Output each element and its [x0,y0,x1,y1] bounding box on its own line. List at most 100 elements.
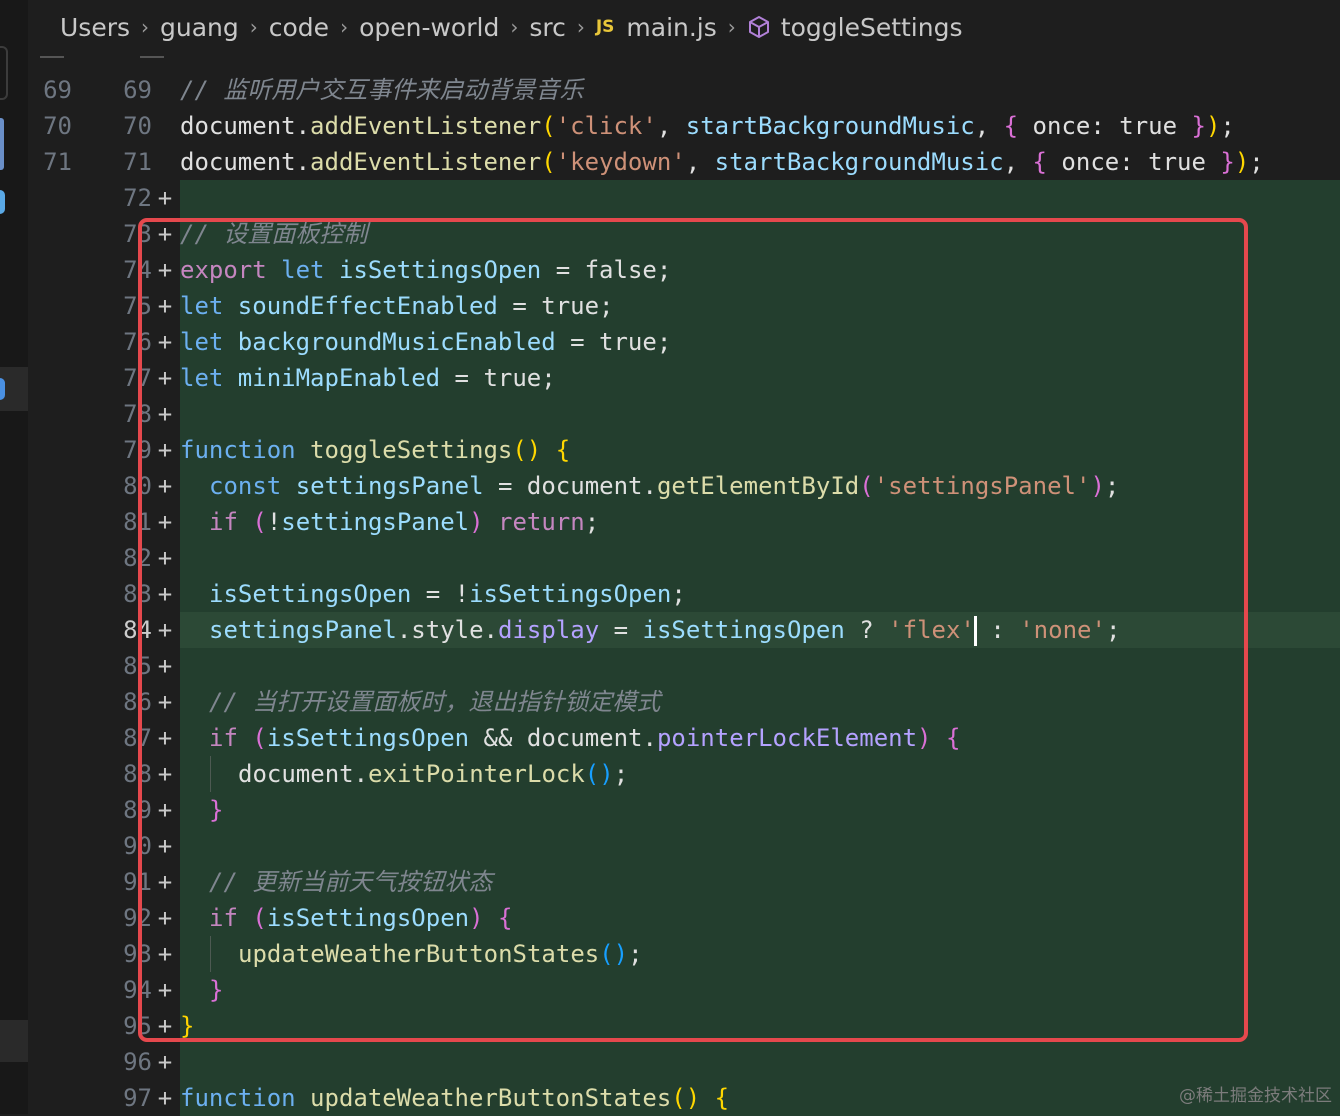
breadcrumb-item-code[interactable]: code [269,13,329,42]
code-token: addEventListener [310,112,542,140]
code-token: if [209,904,253,932]
code-token: exitPointerLock [368,760,585,788]
line-number: 85 [123,652,152,680]
added-line-marker: + [157,220,173,248]
code-line[interactable]: 87 + if (isSettingsOpen && document.pointe… [28,720,1340,756]
code-text[interactable]: document.exitPointerLock(); [238,756,628,792]
code-token: return [483,508,585,536]
code-line[interactable]: 93 + updateWeatherButtonStates(); [28,936,1340,972]
code-line[interactable]: 94 +} [28,972,1340,1008]
indent-guide [210,936,211,972]
code-text[interactable]: if (isSettingsOpen && document.pointerLo… [209,720,960,756]
code-line[interactable]: 84 + settingsPanel.style.display = isSetti… [28,612,1340,648]
code-line[interactable]: 97 + function updateWeatherButtonStates() … [28,1080,1340,1116]
code-text[interactable]: updateWeatherButtonStates(); [238,936,643,972]
code-line[interactable]: 92 + if (isSettingsOpen) { [28,900,1340,936]
code-line[interactable]: 69 69 // 监听用户交互事件来启动背景音乐 [28,72,1340,108]
code-editor[interactable]: 69 69// 监听用户交互事件来启动背景音乐 70 70 document.addEv… [28,54,1340,1116]
code-text[interactable]: let miniMapEnabled = true; [180,360,556,396]
code-line[interactable]: 78 + [28,396,1340,432]
settings-icon[interactable] [0,1020,28,1062]
code-text[interactable]: document.addEventListener('keydown', sta… [180,144,1264,180]
code-text[interactable]: export let isSettingsOpen = false; [180,252,671,288]
added-line-marker: + [157,868,173,896]
code-token: } [180,1012,195,1040]
breadcrumb: Users › guang › code › open-world › src … [28,0,1340,54]
code-text[interactable]: // 当打开设置面板时，退出指针锁定模式 [209,684,660,720]
code-token: ( [859,472,874,500]
code-line[interactable]: 71 71 document.addEventListener('keydown',… [28,144,1340,180]
breadcrumb-item-symbol[interactable]: toggleSettings [781,13,963,42]
code-text[interactable]: isSettingsOpen = !isSettingsOpen; [209,576,686,612]
breadcrumb-item-users[interactable]: Users [60,13,130,42]
code-text[interactable]: // 监听用户交互事件来启动背景音乐 [180,72,583,108]
code-line[interactable]: 70 70 document.addEventListener('click', s… [28,108,1340,144]
line-number: 95 [123,1012,152,1040]
account-icon[interactable] [0,378,5,400]
code-text[interactable]: settingsPanel.style.display = isSettings… [209,612,1120,648]
code-token: 'click' [555,112,657,140]
code-line[interactable]: 82 + [28,540,1340,576]
breadcrumb-item-open-world[interactable]: open-world [359,13,499,42]
code-line[interactable]: 83 + isSettingsOpen = !isSettingsOpen; [28,576,1340,612]
code-token: } [1191,112,1206,140]
code-line[interactable]: 75 + let soundEffectEnabled = true; [28,288,1340,324]
code-token: : [975,616,1020,644]
source-control-icon[interactable] [0,190,5,214]
code-token: ; [584,508,600,536]
code-text[interactable]: // 设置面板控制 [180,216,367,252]
code-line[interactable]: 79 + function toggleSettings() { [28,432,1340,468]
code-text[interactable]: let backgroundMusicEnabled = true; [180,324,671,360]
code-token: () [512,436,542,464]
code-line[interactable]: 89 +} [28,792,1340,828]
line-number: 78 [123,400,152,428]
code-line[interactable]: 77 + let miniMapEnabled = true; [28,360,1340,396]
breadcrumb-item-file[interactable]: main.js [626,13,716,42]
code-line[interactable]: 81 + if (!settingsPanel) return; [28,504,1340,540]
code-line[interactable]: 72 + [28,180,1340,216]
code-line[interactable]: 74 + export let isSettingsOpen = false; [28,252,1340,288]
code-text[interactable]: if (!settingsPanel) return; [209,504,599,540]
code-line[interactable]: 91 + // 更新当前天气按钮状态 [28,864,1340,900]
code-line[interactable]: 88 + document.exitPointerLock(); [28,756,1340,792]
code-line[interactable]: 76 + let backgroundMusicEnabled = true; [28,324,1340,360]
code-text[interactable]: } [180,1008,194,1044]
code-text[interactable]: let soundEffectEnabled = true; [180,288,613,324]
code-line[interactable]: 96 + [28,1044,1340,1080]
breadcrumb-item-guang[interactable]: guang [160,13,239,42]
code-text[interactable]: function updateWeatherButtonStates() { [180,1080,729,1116]
added-line-marker: + [157,616,173,644]
added-line-marker: + [157,1048,173,1076]
code-token: settingsPanel [295,472,484,500]
code-token: ( [252,508,267,536]
explorer-icon[interactable] [0,46,8,100]
code-line[interactable]: 80 + const settingsPanel = document.getEle… [28,468,1340,504]
added-line-highlight [180,828,1340,864]
code-token: ; [1220,112,1235,140]
code-text[interactable]: if (isSettingsOpen) { [209,900,512,936]
code-text[interactable]: } [209,792,223,828]
code-line[interactable]: 90 + [28,828,1340,864]
symbol-method-icon [748,16,769,38]
code-text[interactable]: // 更新当前天气按钮状态 [209,864,492,900]
code-line[interactable]: 95 +} [28,1008,1340,1044]
code-text[interactable]: function toggleSettings() { [180,432,570,468]
code-text[interactable]: document.addEventListener('click', start… [180,108,1235,144]
breadcrumb-item-src[interactable]: src [529,13,566,42]
added-line-highlight [180,396,1340,432]
code-line[interactable]: 85 + [28,648,1340,684]
added-line-marker: + [157,436,173,464]
code-line[interactable]: 86 + // 当打开设置面板时，退出指针锁定模式 [28,684,1340,720]
code-text[interactable]: const settingsPanel = document.getElemen… [209,468,1119,504]
code-token: export [180,256,282,284]
line-number: 72 [123,184,152,212]
search-icon[interactable] [0,118,4,170]
code-text[interactable]: } [209,972,223,1008]
code-token: } [209,796,224,824]
code-line[interactable]: 73 +// 设置面板控制 [28,216,1340,252]
code-token: settingsPanel [209,616,397,644]
added-line-marker: + [157,256,173,284]
